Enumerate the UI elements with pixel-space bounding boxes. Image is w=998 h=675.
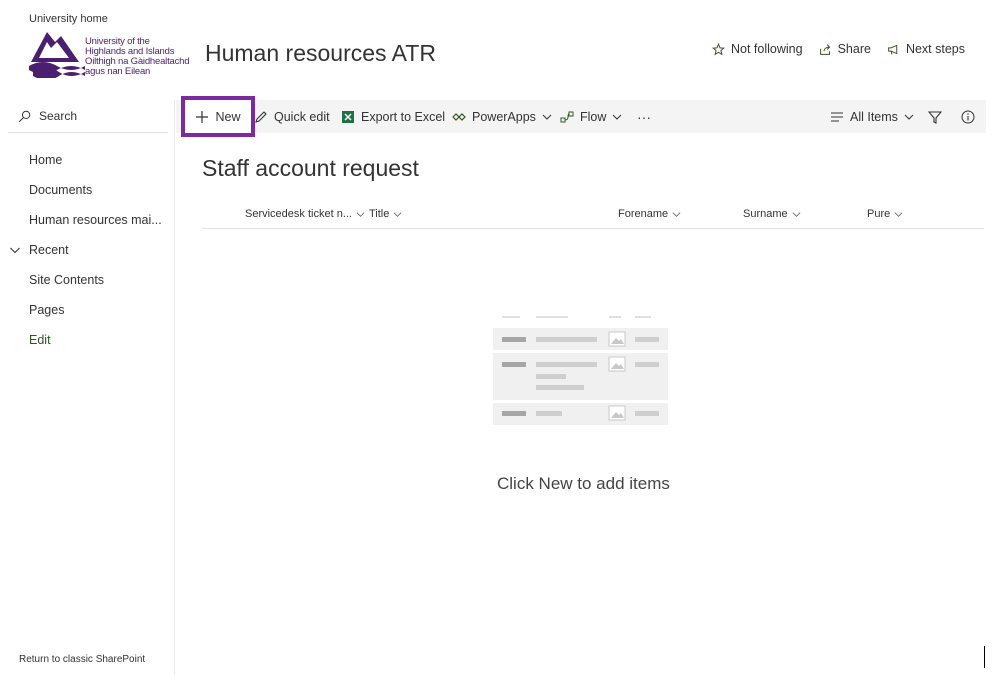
chevron-down-icon — [672, 211, 681, 217]
chevron-down-icon — [894, 211, 903, 217]
column-label: Forename — [618, 208, 669, 220]
nav-item-site-contents[interactable]: Site Contents — [29, 273, 104, 287]
empty-list-message: Click New to add items — [497, 474, 670, 493]
nav-item-home[interactable]: Home — [29, 153, 62, 167]
follow-button[interactable]: Not following — [712, 42, 803, 56]
search-input[interactable]: Search — [8, 100, 168, 133]
nav-item-recent[interactable]: Recent — [29, 243, 69, 257]
column-header-pure[interactable]: Pure — [867, 208, 903, 220]
return-classic-link[interactable]: Return to classic SharePoint — [19, 654, 145, 665]
new-label: New — [215, 109, 241, 124]
filter-icon — [928, 110, 942, 124]
quick-edit-label: Quick edit — [274, 109, 330, 124]
nav-item-pages[interactable]: Pages — [29, 303, 64, 317]
university-logo[interactable]: University of the Highlands and Islands … — [29, 28, 191, 80]
new-button[interactable]: New — [181, 96, 255, 137]
chevron-down-icon — [613, 114, 622, 120]
column-header-ticket[interactable]: Servicedesk ticket n... — [245, 208, 365, 220]
megaphone-icon — [888, 44, 898, 54]
follow-label: Not following — [731, 42, 803, 56]
flow-button[interactable]: Flow — [560, 100, 622, 133]
view-selector[interactable]: All Items — [830, 100, 914, 133]
command-bar: New Quick edit Export to Excel PowerApps… — [176, 96, 986, 137]
plus-icon — [196, 110, 209, 123]
powerapps-icon — [452, 112, 466, 121]
site-title[interactable]: Human resources ATR — [205, 40, 436, 67]
export-excel-label: Export to Excel — [361, 109, 446, 124]
powerapps-label: PowerApps — [472, 109, 536, 124]
filter-button[interactable] — [928, 100, 942, 133]
column-label: Title — [369, 208, 390, 220]
chevron-down-icon — [542, 114, 552, 120]
university-home-link[interactable]: University home — [29, 13, 108, 25]
excel-icon — [342, 110, 354, 123]
left-navigation: Search Home Documents Human resources ma… — [0, 100, 175, 675]
chevron-down-icon[interactable] — [9, 244, 21, 256]
chevron-down-icon — [904, 114, 914, 120]
info-button[interactable] — [961, 100, 975, 133]
more-options-button[interactable]: ··· — [637, 100, 651, 133]
chevron-down-icon — [393, 211, 402, 217]
next-steps-button[interactable]: Next steps — [887, 42, 965, 56]
share-icon — [819, 43, 830, 55]
nav-item-hr-main[interactable]: Human resources mai... — [29, 213, 162, 227]
column-label: Surname — [743, 208, 788, 220]
share-button[interactable]: Share — [819, 42, 871, 56]
search-icon — [18, 110, 31, 122]
nav-item-edit[interactable]: Edit — [29, 333, 51, 347]
next-steps-label: Next steps — [905, 42, 965, 56]
column-label: Servicedesk ticket n... — [245, 208, 352, 220]
search-placeholder: Search — [39, 109, 78, 123]
nav-item-documents[interactable]: Documents — [29, 183, 92, 197]
flow-icon — [560, 111, 574, 122]
column-label: Pure — [867, 208, 891, 220]
quick-edit-button[interactable]: Quick edit — [254, 100, 330, 133]
view-label: All Items — [850, 109, 898, 124]
chevron-down-icon — [356, 211, 365, 217]
info-icon — [961, 110, 975, 123]
column-header-forename[interactable]: Forename — [618, 208, 681, 220]
logo-mountain-icon — [29, 32, 85, 80]
pencil-icon — [255, 110, 267, 123]
header-actions: Not following Share Next steps — [712, 42, 965, 56]
chevron-down-icon — [792, 211, 801, 217]
column-header-title[interactable]: Title — [369, 208, 402, 220]
list-title: Staff account request — [202, 155, 419, 181]
star-icon — [712, 42, 725, 55]
empty-list-illustration — [493, 316, 668, 425]
list-view-icon — [831, 111, 843, 122]
column-headers: Servicedesk ticket n... Title Forename S… — [202, 205, 984, 229]
column-header-surname[interactable]: Surname — [743, 208, 801, 220]
flow-label: Flow — [580, 109, 607, 124]
text-cursor — [984, 646, 985, 668]
logo-line-4: agus nan Eilean — [85, 66, 151, 77]
share-label: Share — [837, 42, 871, 56]
export-excel-button[interactable]: Export to Excel — [341, 100, 445, 133]
powerapps-button[interactable]: PowerApps — [452, 100, 552, 133]
